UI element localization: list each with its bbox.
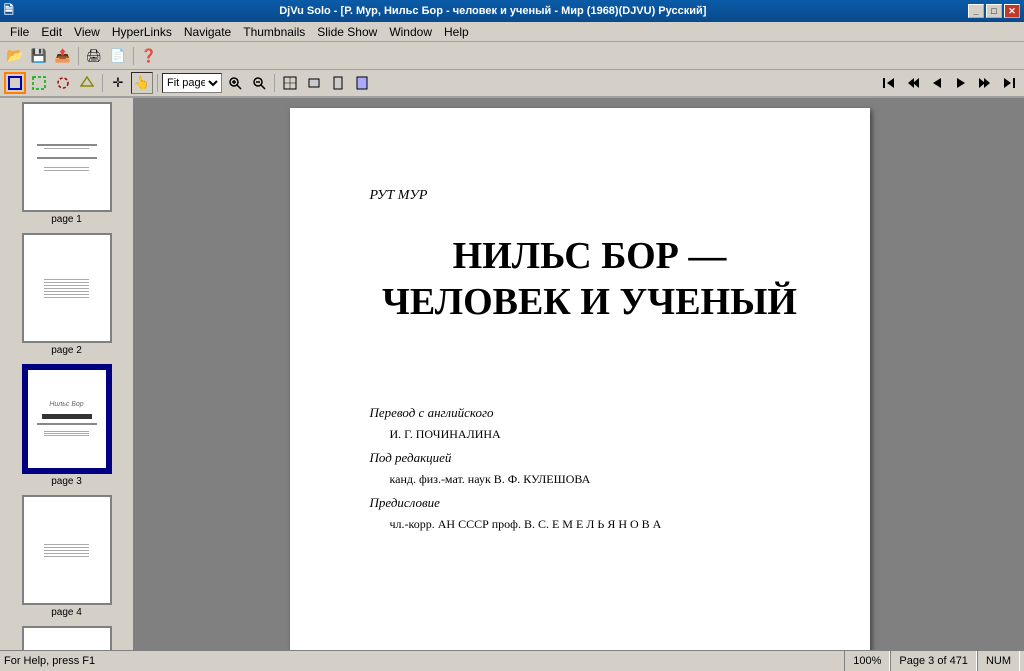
title-line2: ЧЕЛОВЕК И УЧЕНЫЙ: [370, 280, 810, 326]
thumb-label-1: page 1: [51, 214, 82, 225]
document-author: РУТ МУР: [370, 188, 810, 204]
thumb-img-1[interactable]: [22, 102, 112, 212]
print-button[interactable]: 🖨: [83, 45, 105, 67]
thumbnail-page1[interactable]: page 1: [9, 102, 124, 225]
document-title: НИЛЬС БОР — ЧЕЛОВЕК И УЧЕНЫЙ: [370, 234, 810, 325]
thumbnail-page2[interactable]: page 2: [9, 233, 124, 356]
menu-view[interactable]: View: [68, 24, 106, 40]
nav-first-button[interactable]: [878, 72, 900, 94]
thumb-img-3[interactable]: Нильс Бор: [22, 364, 112, 474]
window-controls[interactable]: _ □ ✕: [968, 4, 1020, 18]
select-region-button[interactable]: [28, 72, 50, 94]
window-title: DjVu Solo - [Р. Мур, Нильс Бор - человек…: [18, 5, 968, 17]
export-button[interactable]: 📤: [52, 45, 74, 67]
menu-window[interactable]: Window: [383, 24, 438, 40]
thumbnail-panel[interactable]: page 1 page 2 Нильс Бор: [0, 98, 135, 650]
fit-width-button[interactable]: [303, 72, 325, 94]
meta3-value: чл.-корр. АН СССР проф. В. С. Е М Е Л Ь …: [390, 517, 810, 532]
status-page-info: Page 3 of 471: [890, 651, 977, 671]
separator5: [274, 74, 275, 92]
pointer-button[interactable]: 👆: [131, 72, 153, 94]
meta3-label: Предисловие: [370, 495, 810, 511]
meta1-label: Перевод с английского: [370, 405, 810, 421]
minimize-button[interactable]: _: [968, 4, 984, 18]
select-rect-button[interactable]: [4, 72, 26, 94]
title-bar: 🗎 DjVu Solo - [Р. Мур, Нильс Бор - челов…: [0, 0, 1024, 22]
page-button[interactable]: 📄: [107, 45, 129, 67]
help-button[interactable]: ❓: [138, 45, 160, 67]
zoom-in-button[interactable]: [224, 72, 246, 94]
select-circle-button[interactable]: [52, 72, 74, 94]
thumb-label-4: page 4: [51, 607, 82, 618]
select-polygon-button[interactable]: [76, 72, 98, 94]
zoom-dropdown[interactable]: Fit page 100% 75% 150% 200%: [162, 73, 222, 93]
menu-slideshow[interactable]: Slide Show: [311, 24, 383, 40]
maximize-button[interactable]: □: [986, 4, 1002, 18]
menu-thumbnails[interactable]: Thumbnails: [237, 24, 311, 40]
thumb-label-2: page 2: [51, 345, 82, 356]
open-button[interactable]: 📂: [4, 45, 26, 67]
nav-prev-fast-button[interactable]: [902, 72, 924, 94]
menu-edit[interactable]: Edit: [35, 24, 68, 40]
close-button[interactable]: ✕: [1004, 4, 1020, 18]
meta1-value: И. Г. ПОЧИНАЛИНА: [390, 427, 810, 442]
thumbnail-page5[interactable]: page 5: [9, 626, 124, 650]
thumbnail-page4[interactable]: page 4: [9, 495, 124, 618]
meta2-value: канд. физ.-мат. наук В. Ф. КУЛЕШОВА: [390, 472, 810, 487]
menu-navigate[interactable]: Navigate: [178, 24, 237, 40]
nav-next-fast-button[interactable]: [974, 72, 996, 94]
menu-help[interactable]: Help: [438, 24, 475, 40]
page-content: РУТ МУР НИЛЬС БОР — ЧЕЛОВЕК И УЧЕНЫЙ Пер…: [290, 108, 870, 650]
nav-last-button[interactable]: [998, 72, 1020, 94]
thumb-img-4[interactable]: [22, 495, 112, 605]
thumb-img-2[interactable]: [22, 233, 112, 343]
menu-hyperlinks[interactable]: HyperLinks: [106, 24, 178, 40]
save-button[interactable]: 💾: [28, 45, 50, 67]
thumb-img-5[interactable]: [22, 626, 112, 650]
separator2: [133, 47, 134, 65]
main-area: page 1 page 2 Нильс Бор: [0, 98, 1024, 650]
menu-file[interactable]: File: [4, 24, 35, 40]
separator3: [102, 74, 103, 92]
fit-page-button2[interactable]: [351, 72, 373, 94]
toolbar1: 📂 💾 📤 🖨 📄 ❓: [0, 42, 1024, 70]
thumbnail-page3[interactable]: Нильс Бор page 3: [9, 364, 124, 487]
separator4: [157, 74, 158, 92]
nav-next-button[interactable]: [950, 72, 972, 94]
thumb-label-3: page 3: [51, 476, 82, 487]
app-icon: 🗎: [4, 1, 14, 22]
actual-size-button[interactable]: [279, 72, 301, 94]
nav-prev-button[interactable]: [926, 72, 948, 94]
title-line1: НИЛЬС БОР —: [370, 234, 810, 280]
status-zoom: 100%: [844, 651, 890, 671]
status-right: 100% Page 3 of 471 NUM: [844, 651, 1020, 671]
menu-bar: File Edit View HyperLinks Navigate Thumb…: [0, 22, 1024, 42]
separator: [78, 47, 79, 65]
fit-height-button[interactable]: [327, 72, 349, 94]
meta2-label: Под редакцией: [370, 450, 810, 466]
pan-button[interactable]: ✛: [107, 72, 129, 94]
status-help: For Help, press F1: [4, 655, 844, 667]
status-mode: NUM: [977, 651, 1020, 671]
document-view[interactable]: РУТ МУР НИЛЬС БОР — ЧЕЛОВЕК И УЧЕНЫЙ Пер…: [135, 98, 1024, 650]
toolbar2: ✛ 👆 Fit page 100% 75% 150% 200%: [0, 70, 1024, 98]
zoom-out-button[interactable]: [248, 72, 270, 94]
status-bar: For Help, press F1 100% Page 3 of 471 NU…: [0, 650, 1024, 670]
